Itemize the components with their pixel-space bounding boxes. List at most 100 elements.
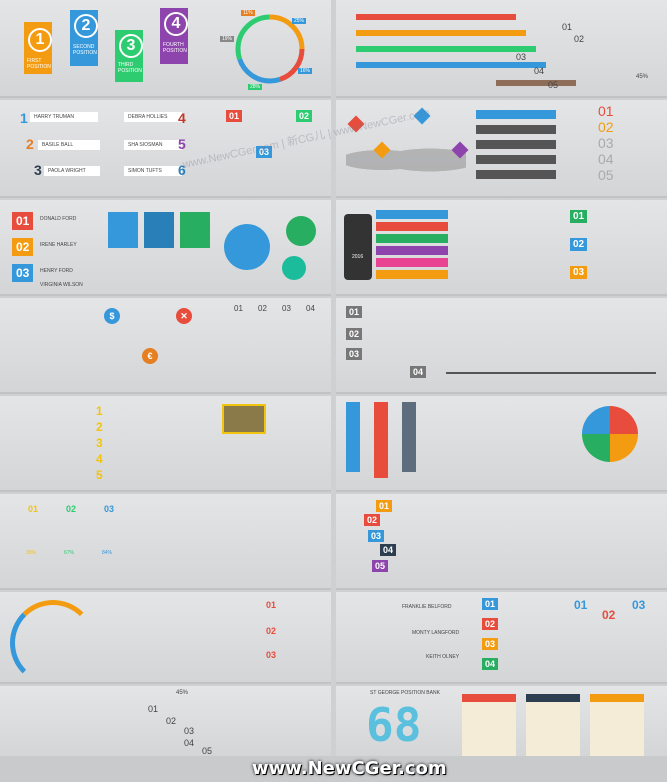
pentagon-1 <box>108 212 138 248</box>
phone-text: 2016 <box>352 254 364 260</box>
panel-progress-bars <box>336 396 667 492</box>
step-bar-4 <box>356 62 546 68</box>
stair-num-2: 2 <box>96 420 103 434</box>
tab-num-3: 03 <box>12 264 34 282</box>
infographic-collage: 1 FIRST POSITION 2 SECOND POSITION 3 THI… <box>0 0 667 782</box>
step-bar-5 <box>496 80 576 86</box>
panel-dark-cards: 01 02 03 35% 67% 84% <box>0 494 331 590</box>
world-map-icon <box>346 140 466 180</box>
pill-list-num-1: 01 <box>266 600 277 610</box>
tall-banner-slate <box>402 402 416 472</box>
footer-url[interactable]: www.NewCGer.com <box>252 758 447 779</box>
timeline-axis <box>446 372 656 374</box>
pill-num-2: 02 <box>258 304 267 313</box>
panel-step-arrows: 01 02 03 04 05 45% <box>336 0 667 98</box>
person-3: BASILE BALL <box>38 140 100 150</box>
person-1: HARRY TRUMAN <box>30 112 98 122</box>
tab-name-2: IRENE HARLEY <box>40 242 77 248</box>
pill-list-num-2: 02 <box>266 626 277 636</box>
big-number-caption: ST GEORGE POSITION BANK <box>370 690 440 696</box>
list-row-4 <box>476 155 556 164</box>
stair-num-4: 4 <box>96 452 103 466</box>
pentagon-3 <box>180 212 210 248</box>
ring-label-5: 28% <box>248 84 263 90</box>
contact-1: FRANKLIE BELFORD <box>402 604 452 610</box>
photo-frame <box>222 404 266 434</box>
person-num-2: 2 <box>26 136 34 152</box>
arrow-num-3: 03 <box>632 598 646 612</box>
person-num-1: 1 <box>20 110 28 126</box>
chevron-num-2: 02 <box>570 238 588 251</box>
step-bar-2 <box>356 30 526 36</box>
pie-disc-large <box>224 224 270 270</box>
tab-name-3: HENRY FORD <box>40 268 73 274</box>
tile-4: 4 FOURTH POSITION <box>160 8 188 64</box>
card-num-2: 02 <box>66 504 77 514</box>
tab-num-1: 01 <box>12 212 34 230</box>
phone-bar-3 <box>376 234 448 243</box>
step-num-4: 04 <box>534 66 545 76</box>
person-6: SIMON TUFTS <box>124 166 182 176</box>
panel-contacts: FRANKLIE BELFORD MONTY LANGFORD KEITH OL… <box>336 592 667 684</box>
card-num-1: 01 <box>28 504 39 514</box>
donut-chart <box>582 406 638 462</box>
step2-num-4: 04 <box>184 738 195 748</box>
step-num-1: 01 <box>562 22 573 32</box>
paper-card-2 <box>526 694 580 756</box>
tall-banner-blue <box>346 402 360 472</box>
step-bar-1 <box>356 14 516 20</box>
chevron-num-3: 03 <box>570 266 588 279</box>
side-num-4: 04 <box>598 151 614 167</box>
stair-num-3: 3 <box>96 436 103 450</box>
panel-phone-bars: 2016 01 02 03 <box>336 200 667 296</box>
footer-bar: www.NewCGer.com <box>0 756 667 782</box>
box-num-1: 01 <box>226 110 243 122</box>
ring-label-3: 19% <box>220 36 235 42</box>
panel-numbered-tiles: 1 FIRST POSITION 2 SECOND POSITION 3 THI… <box>0 0 331 98</box>
side-tab-1: 01 <box>482 598 499 610</box>
step2-num-5: 05 <box>202 746 213 756</box>
row-num-1: 01 <box>346 306 363 318</box>
panel-circle-progress: 01 02 03 <box>0 592 331 684</box>
ring-label-2: 25% <box>292 18 307 24</box>
card-num-3: 03 <box>104 504 115 514</box>
circle-x: ✕ <box>176 308 192 324</box>
step-num-2: 02 <box>574 34 585 44</box>
card-percent-1: 35% <box>26 550 37 556</box>
half-ring <box>10 600 96 682</box>
ribbon-num-4: 04 <box>380 544 397 556</box>
ribbon-num-2: 02 <box>364 514 381 526</box>
panel-currency: $ ✕ € 01 02 03 04 <box>0 298 331 394</box>
panel-big-number: ST GEORGE POSITION BANK 68 <box>336 686 667 758</box>
step-percent: 45% <box>636 74 649 80</box>
pill-list-num-3: 03 <box>266 650 277 660</box>
tile-3: 3 THIRD POSITION <box>115 30 143 82</box>
person-2: DEBRA HOLLIES <box>124 112 182 122</box>
ribbon-num-5: 05 <box>372 560 389 572</box>
tab-name-1: DONALD FORD <box>40 216 77 222</box>
pie-disc-teal <box>282 256 306 280</box>
ribbon-num-1: 01 <box>376 500 393 512</box>
paper-card-1 <box>462 694 516 756</box>
side-tab-3: 03 <box>482 638 499 650</box>
list-row-3 <box>476 140 556 149</box>
list-row-2 <box>476 125 556 134</box>
pill-num-3: 03 <box>282 304 291 313</box>
side-num-1: 01 <box>598 103 614 119</box>
panel-step-arrows-repeat: 01 02 03 04 05 45% <box>0 686 331 758</box>
arrow-num-1: 01 <box>574 598 588 612</box>
big-number: 68 <box>366 698 422 752</box>
tab-name-4: VIRGINIA WILSON <box>40 282 83 288</box>
phone-icon <box>344 214 372 280</box>
contact-3: KEITH OLNEY <box>426 654 460 660</box>
side-num-3: 03 <box>598 135 614 151</box>
pill-num-4: 04 <box>306 304 315 313</box>
stair-num-1: 1 <box>96 404 103 418</box>
side-tab-4: 04 <box>482 658 499 670</box>
step-num-5: 05 <box>548 80 559 90</box>
row-num-4: 04 <box>410 366 427 378</box>
stair-num-5: 5 <box>96 468 103 482</box>
card-percent-2: 67% <box>64 550 75 556</box>
chevron-num-1: 01 <box>570 210 588 223</box>
side-tab-2: 02 <box>482 618 499 630</box>
